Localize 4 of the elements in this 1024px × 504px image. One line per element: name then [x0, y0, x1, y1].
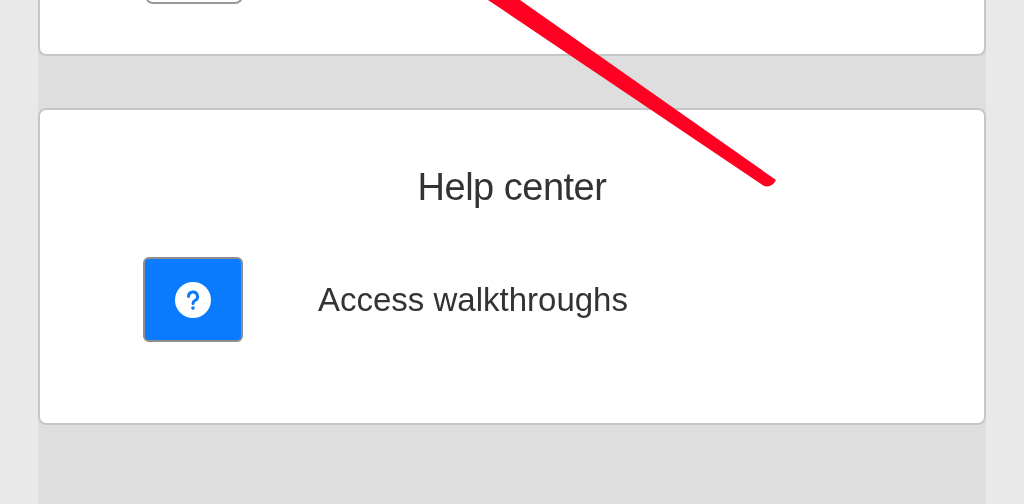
section-title: Help center	[416, 166, 608, 209]
help-button[interactable]	[143, 257, 243, 342]
menu-item[interactable]: Access walkthroughs	[318, 280, 628, 319]
help-icon	[175, 281, 211, 318]
